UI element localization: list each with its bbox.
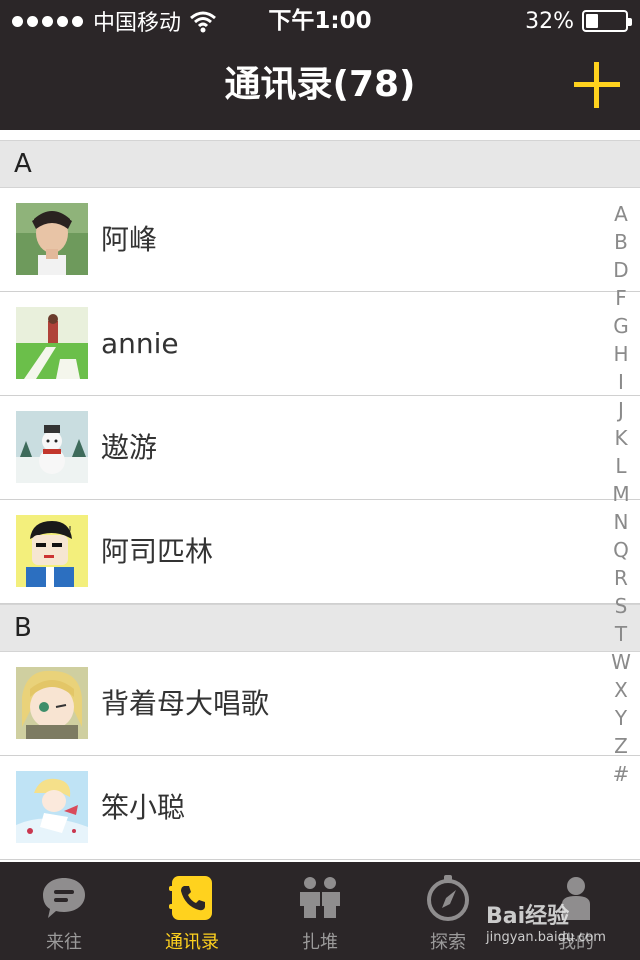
contact-list[interactable]: A 阿峰 annie 遨游 ! 阿司匹林 B 背着母大唱歌 笨小聪	[0, 130, 640, 862]
contact-name: 背着母大唱歌	[101, 687, 270, 720]
contact-name: 阿峰	[101, 223, 158, 256]
avatar	[16, 667, 88, 739]
contact-name: 笨小聪	[101, 791, 186, 824]
index-letter[interactable]: #	[608, 760, 634, 788]
index-letter[interactable]: B	[608, 228, 634, 256]
baidu-jingyan-watermark: Bai经验 jingyan.baidu.com	[486, 898, 606, 954]
index-letter[interactable]: L	[608, 452, 634, 480]
avatar: !	[16, 515, 88, 587]
contact-name: annie	[101, 327, 179, 360]
section-header-b: B	[0, 604, 640, 652]
index-letter[interactable]: J	[608, 396, 634, 424]
tab-label: 通讯录	[165, 932, 219, 953]
index-letter[interactable]: D	[608, 256, 634, 284]
avatar	[16, 307, 88, 379]
people-group-icon	[300, 877, 340, 918]
index-letter[interactable]: Y	[608, 704, 634, 732]
index-letter[interactable]: S	[608, 592, 634, 620]
tab-label: 来往	[46, 932, 82, 953]
chat-bubble-icon	[43, 878, 85, 918]
tab-laiwang[interactable]: 来往	[0, 862, 128, 960]
index-letter[interactable]: N	[608, 508, 634, 536]
add-contact-button[interactable]	[574, 62, 620, 108]
section-header-a: A	[0, 140, 640, 188]
watermark-url: jingyan.baidu.com	[486, 930, 606, 945]
phone-book-icon	[169, 876, 212, 920]
avatar	[16, 203, 88, 275]
contact-row[interactable]: 阿峰	[0, 188, 640, 292]
svg-text:!: !	[68, 525, 72, 536]
contact-name: 遨游	[101, 431, 158, 464]
alphabet-index[interactable]: A B D F G H I J K L M N Q R S T W X Y Z #	[608, 200, 634, 788]
index-letter[interactable]: Z	[608, 732, 634, 760]
contact-row[interactable]: 笨小聪	[0, 756, 640, 860]
nav-bar: 通讯录(78)	[0, 40, 640, 130]
index-letter[interactable]: R	[608, 564, 634, 592]
battery-icon	[582, 10, 632, 32]
index-letter[interactable]: A	[608, 200, 634, 228]
index-letter[interactable]: M	[608, 480, 634, 508]
contact-row[interactable]: 背着母大唱歌	[0, 652, 640, 756]
contact-row[interactable]: ! 阿司匹林	[0, 500, 640, 604]
contact-name: 阿司匹林	[101, 535, 214, 568]
index-letter[interactable]: W	[608, 648, 634, 676]
contact-row[interactable]: 遨游	[0, 396, 640, 500]
contact-row[interactable]: annie	[0, 292, 640, 396]
contacts-screen: 中国移动 下午1:00 32% 通讯录(78) A 阿峰 annie 遨游 ! …	[0, 0, 640, 960]
status-bar: 中国移动 下午1:00 32%	[0, 0, 640, 40]
page-title: 通讯录(78)	[224, 64, 416, 105]
watermark-logo-text: Bai经验	[486, 904, 570, 929]
index-letter[interactable]: F	[608, 284, 634, 312]
avatar	[16, 771, 88, 843]
index-letter[interactable]: Q	[608, 536, 634, 564]
avatar	[16, 411, 88, 483]
compass-icon	[427, 875, 469, 921]
index-letter[interactable]: H	[608, 340, 634, 368]
index-letter[interactable]: K	[608, 424, 634, 452]
battery-percent: 32%	[525, 8, 574, 34]
tab-contacts[interactable]: 通讯录	[128, 862, 256, 960]
tab-label: 扎堆	[302, 932, 338, 953]
index-letter[interactable]: X	[608, 676, 634, 704]
index-letter[interactable]: T	[608, 620, 634, 648]
top-bar: 中国移动 下午1:00 32% 通讯录(78)	[0, 0, 640, 130]
index-letter[interactable]: G	[608, 312, 634, 340]
index-letter[interactable]: I	[608, 368, 634, 396]
tab-group[interactable]: 扎堆	[256, 862, 384, 960]
